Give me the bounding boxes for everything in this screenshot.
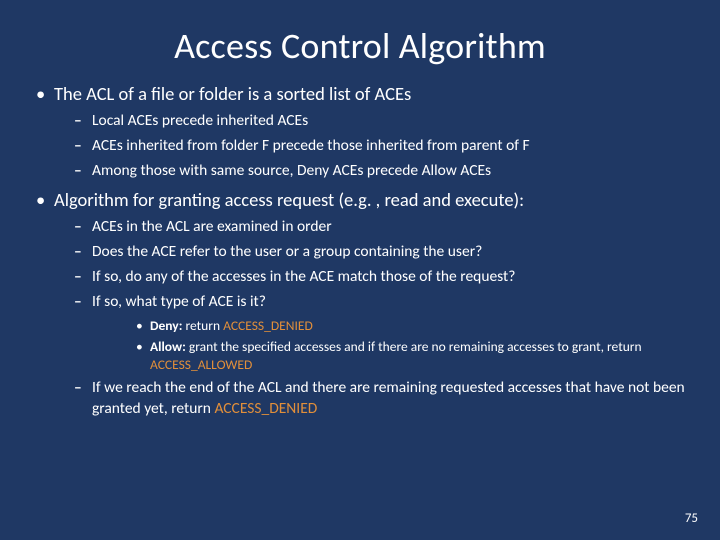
bullet-lvl1: The ACL of a file or folder is a sorted … bbox=[34, 82, 686, 182]
sublist: Local ACEs precede inherited ACEs ACEs i… bbox=[54, 111, 686, 182]
bullet-lvl3: Allow: grant the specified accesses and … bbox=[92, 338, 686, 374]
slide: Access Control Algorithm The ACL of a fi… bbox=[0, 0, 720, 540]
page-number: 75 bbox=[685, 511, 698, 526]
deny-label: Deny: bbox=[150, 317, 182, 334]
sublist: ACEs in the ACL are examined in order Do… bbox=[54, 217, 686, 420]
bullet-lvl2: ACEs inherited from folder F precede tho… bbox=[54, 136, 686, 157]
bullet-lvl3: Deny: return ACCESS_DENIED bbox=[92, 317, 686, 335]
access-denied-keyword: ACCESS_DENIED bbox=[223, 317, 313, 334]
bullet-text: If so, what type of ACE is it? bbox=[92, 292, 266, 311]
subsublist: Deny: return ACCESS_DENIED Allow: grant … bbox=[92, 317, 686, 375]
deny-text: return bbox=[182, 317, 223, 334]
bullet-lvl2: Does the ACE refer to the user or a grou… bbox=[54, 242, 686, 263]
bullet-lvl2: If we reach the end of the ACL and there… bbox=[54, 378, 686, 420]
bullet-lvl1: Algorithm for granting access request (e… bbox=[34, 188, 686, 420]
allow-label: Allow: bbox=[150, 338, 186, 355]
bullet-text: Algorithm for granting access request (e… bbox=[54, 188, 524, 211]
allow-text: grant the specified accesses and if ther… bbox=[186, 338, 642, 355]
bullet-lvl2: If so, do any of the accesses in the ACE… bbox=[54, 267, 686, 288]
bullet-lvl2: Among those with same source, Deny ACEs … bbox=[54, 161, 686, 182]
bullet-lvl2: If so, what type of ACE is it? Deny: ret… bbox=[54, 292, 686, 375]
bullet-text: The ACL of a file or folder is a sorted … bbox=[54, 82, 411, 105]
bullet-text: If we reach the end of the ACL and there… bbox=[92, 378, 685, 418]
access-denied-keyword: ACCESS_DENIED bbox=[214, 399, 317, 418]
bullet-lvl2: Local ACEs precede inherited ACEs bbox=[54, 111, 686, 132]
access-allowed-keyword: ACCESS_ALLOWED bbox=[150, 356, 252, 373]
bullet-list: The ACL of a file or folder is a sorted … bbox=[34, 82, 686, 420]
bullet-lvl2: ACEs in the ACL are examined in order bbox=[54, 217, 686, 238]
slide-title: Access Control Algorithm bbox=[34, 24, 686, 68]
